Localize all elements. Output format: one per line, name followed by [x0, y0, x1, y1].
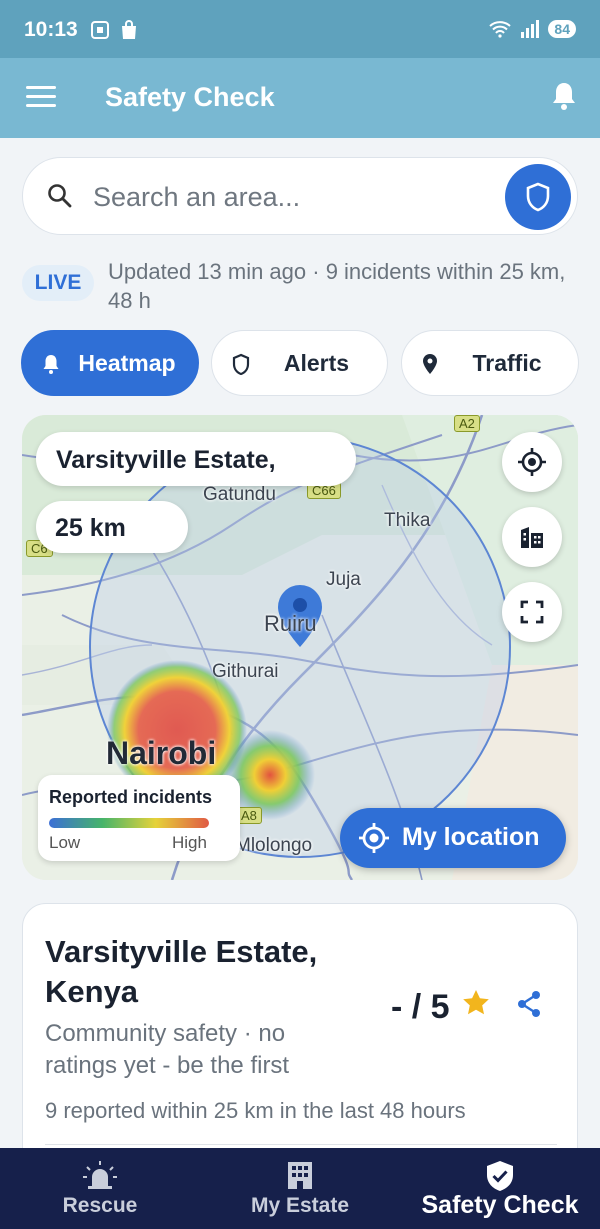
screenshot-icon — [91, 21, 109, 39]
map-place-label: Thika — [384, 510, 431, 531]
map-place-label: Githurai — [212, 661, 279, 682]
my-location-button[interactable]: My location — [340, 808, 566, 868]
share-icon[interactable] — [515, 990, 543, 1018]
nav-safety-check[interactable]: Safety Check — [400, 1148, 600, 1229]
shopping-bag-icon — [122, 20, 136, 39]
heatmap-map[interactable]: Gatundu Thika Juja Ruiru Githurai Nairob… — [22, 415, 578, 880]
nav-label: My Estate — [250, 1194, 350, 1217]
nav-label: Rescue — [62, 1194, 138, 1217]
fullscreen-icon — [520, 600, 544, 624]
chip-label: Alerts — [283, 349, 350, 376]
chip-traffic[interactable]: Traffic — [401, 330, 579, 396]
buildings-button[interactable] — [502, 507, 562, 567]
live-badge: LIVE — [22, 265, 94, 301]
shield-check-icon — [487, 1161, 513, 1191]
shield-icon — [526, 182, 550, 212]
search-input[interactable] — [93, 176, 493, 218]
page-title: Safety Check — [105, 82, 275, 112]
app-bar: Safety Check — [0, 58, 600, 138]
search-bar — [22, 157, 578, 235]
battery-indicator: 84 — [548, 20, 576, 38]
divider — [45, 1144, 557, 1145]
status-bar: 10:13 84 — [0, 0, 600, 58]
legend-title: Reported incidents — [49, 787, 213, 807]
rating-value: - / 5 — [391, 988, 450, 1026]
notification-bell-icon[interactable] — [550, 81, 578, 111]
safety-shield-button[interactable] — [505, 164, 571, 230]
bottom-navigation: Rescue My Estate Safety Check — [0, 1148, 600, 1229]
reported-incidents-text: 9 reported within 25 km in the last 48 h… — [45, 1098, 466, 1123]
crosshair-icon — [518, 448, 546, 476]
signal-icon — [521, 20, 540, 38]
nav-label: Safety Check — [421, 1191, 579, 1219]
map-place-label: Mlolongo — [235, 835, 313, 856]
menu-icon[interactable] — [26, 84, 56, 110]
building-icon — [288, 1162, 312, 1189]
chip-label: Heatmap — [78, 349, 176, 376]
map-place-label: Ruiru — [264, 611, 317, 636]
search-icon — [48, 184, 72, 208]
radius-label[interactable]: 25 km — [36, 501, 188, 553]
live-update-text: Updated 13 min ago · 9 incidents within … — [108, 259, 566, 313]
building-icon — [521, 527, 543, 548]
road-tag: A2 — [454, 415, 480, 432]
fullscreen-button[interactable] — [502, 582, 562, 642]
star-icon — [463, 990, 489, 1015]
nav-rescue[interactable]: Rescue — [0, 1148, 200, 1229]
area-name: Varsityville Estate, Kenya — [45, 934, 318, 1009]
wifi-icon — [489, 21, 512, 38]
recenter-button[interactable] — [502, 432, 562, 492]
my-location-icon — [359, 823, 389, 853]
status-time: 10:13 — [24, 18, 78, 41]
map-place-label: Juja — [326, 569, 361, 590]
my-location-label: My location — [402, 823, 540, 851]
chip-alerts[interactable]: Alerts — [211, 330, 388, 396]
location-label: Varsityville Estate, — [36, 432, 356, 486]
chip-label: Traffic — [472, 349, 542, 376]
community-safety-text: Community safety · no ratings yet - be t… — [45, 1020, 290, 1079]
map-place-label: Nairobi — [106, 735, 217, 771]
legend-high-label: High — [172, 833, 207, 852]
legend-low-label: Low — [49, 833, 81, 852]
siren-icon — [83, 1161, 117, 1189]
nav-my-estate[interactable]: My Estate — [200, 1148, 400, 1229]
map-place-label: Gatundu — [203, 484, 276, 505]
heatmap-legend: Reported incidents Low High — [38, 775, 240, 861]
legend-gradient-bar — [49, 818, 209, 828]
chip-heatmap[interactable]: Heatmap — [21, 330, 199, 396]
